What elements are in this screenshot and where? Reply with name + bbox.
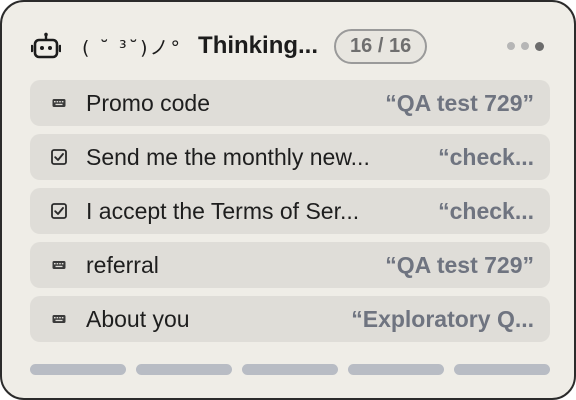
keyboard-icon <box>48 308 70 330</box>
field-label: I accept the Terms of Ser... <box>86 197 360 224</box>
step-counter-badge: 16 / 16 <box>334 28 428 64</box>
field-list: Promo code “QA test 729” Send me the mon… <box>30 80 550 350</box>
loading-dot-active <box>535 41 544 51</box>
checkbox-icon <box>48 146 70 168</box>
checkbox-icon <box>48 200 70 222</box>
keyboard-icon <box>48 254 70 276</box>
status-kaomoji: ( ˘ ³˘)ノ° <box>82 36 183 59</box>
field-row-terms[interactable]: I accept the Terms of Ser... “check... <box>30 188 550 234</box>
loading-dot <box>521 42 529 50</box>
status-title: Thinking... <box>198 32 319 59</box>
field-row-newsletter[interactable]: Send me the monthly new... “check... <box>30 134 550 180</box>
panel-header: ( ˘ ³˘)ノ° Thinking... 16 / 16 <box>30 28 546 64</box>
step-progress-bars <box>30 364 550 375</box>
field-label: Promo code <box>86 89 211 116</box>
step-bar <box>454 364 550 375</box>
field-value: “Exploratory Q... <box>351 305 534 332</box>
field-value: “QA test 729” <box>385 251 534 278</box>
agent-status-panel: ( ˘ ³˘)ノ° Thinking... 16 / 16 Promo code <box>0 0 576 400</box>
field-label: About you <box>86 305 190 332</box>
robot-icon <box>30 30 62 62</box>
field-row-about-you[interactable]: About you “Exploratory Q... <box>30 296 550 342</box>
field-label: referral <box>86 251 159 278</box>
loading-dot <box>507 42 515 50</box>
step-bar <box>348 364 444 375</box>
field-label: Send me the monthly new... <box>86 143 370 170</box>
step-bar <box>136 364 232 375</box>
loading-dots <box>507 41 544 51</box>
step-bar <box>30 364 126 375</box>
field-row-promo-code[interactable]: Promo code “QA test 729” <box>30 80 550 126</box>
step-bar <box>242 364 338 375</box>
field-value: “check... <box>438 197 534 224</box>
field-value: “check... <box>438 143 534 170</box>
keyboard-icon <box>48 92 70 114</box>
field-value: “QA test 729” <box>385 89 534 116</box>
field-row-referral[interactable]: referral “QA test 729” <box>30 242 550 288</box>
